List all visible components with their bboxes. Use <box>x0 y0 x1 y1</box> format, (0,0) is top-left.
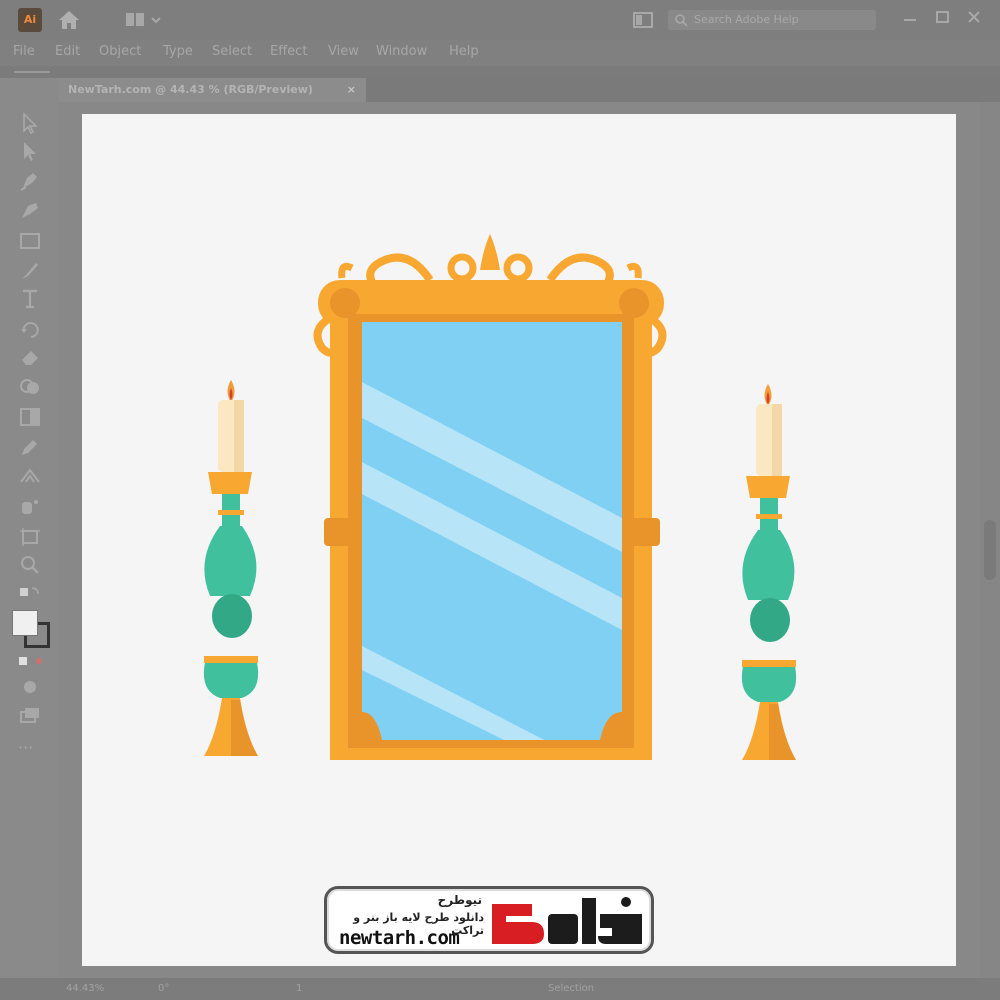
current-tool: Selection <box>548 983 595 994</box>
rotation-value[interactable]: 0° <box>158 983 169 994</box>
artboard-number[interactable]: 1 <box>296 983 302 994</box>
logo-brand-mark <box>492 897 642 944</box>
right-candle[interactable] <box>741 384 797 760</box>
logo-title-fa: نیوطرح <box>437 893 482 907</box>
artwork <box>203 234 797 798</box>
zoom-level[interactable]: 44.43% <box>66 983 104 994</box>
logo-url: newtarh.com <box>339 927 460 949</box>
frame-knob-right <box>619 288 649 318</box>
mirror-illustration[interactable] <box>313 234 667 798</box>
status-bar: 44.43% 0° 1 Selection <box>0 978 1000 1000</box>
left-candle[interactable] <box>203 380 259 756</box>
frame-knob-left <box>330 288 360 318</box>
